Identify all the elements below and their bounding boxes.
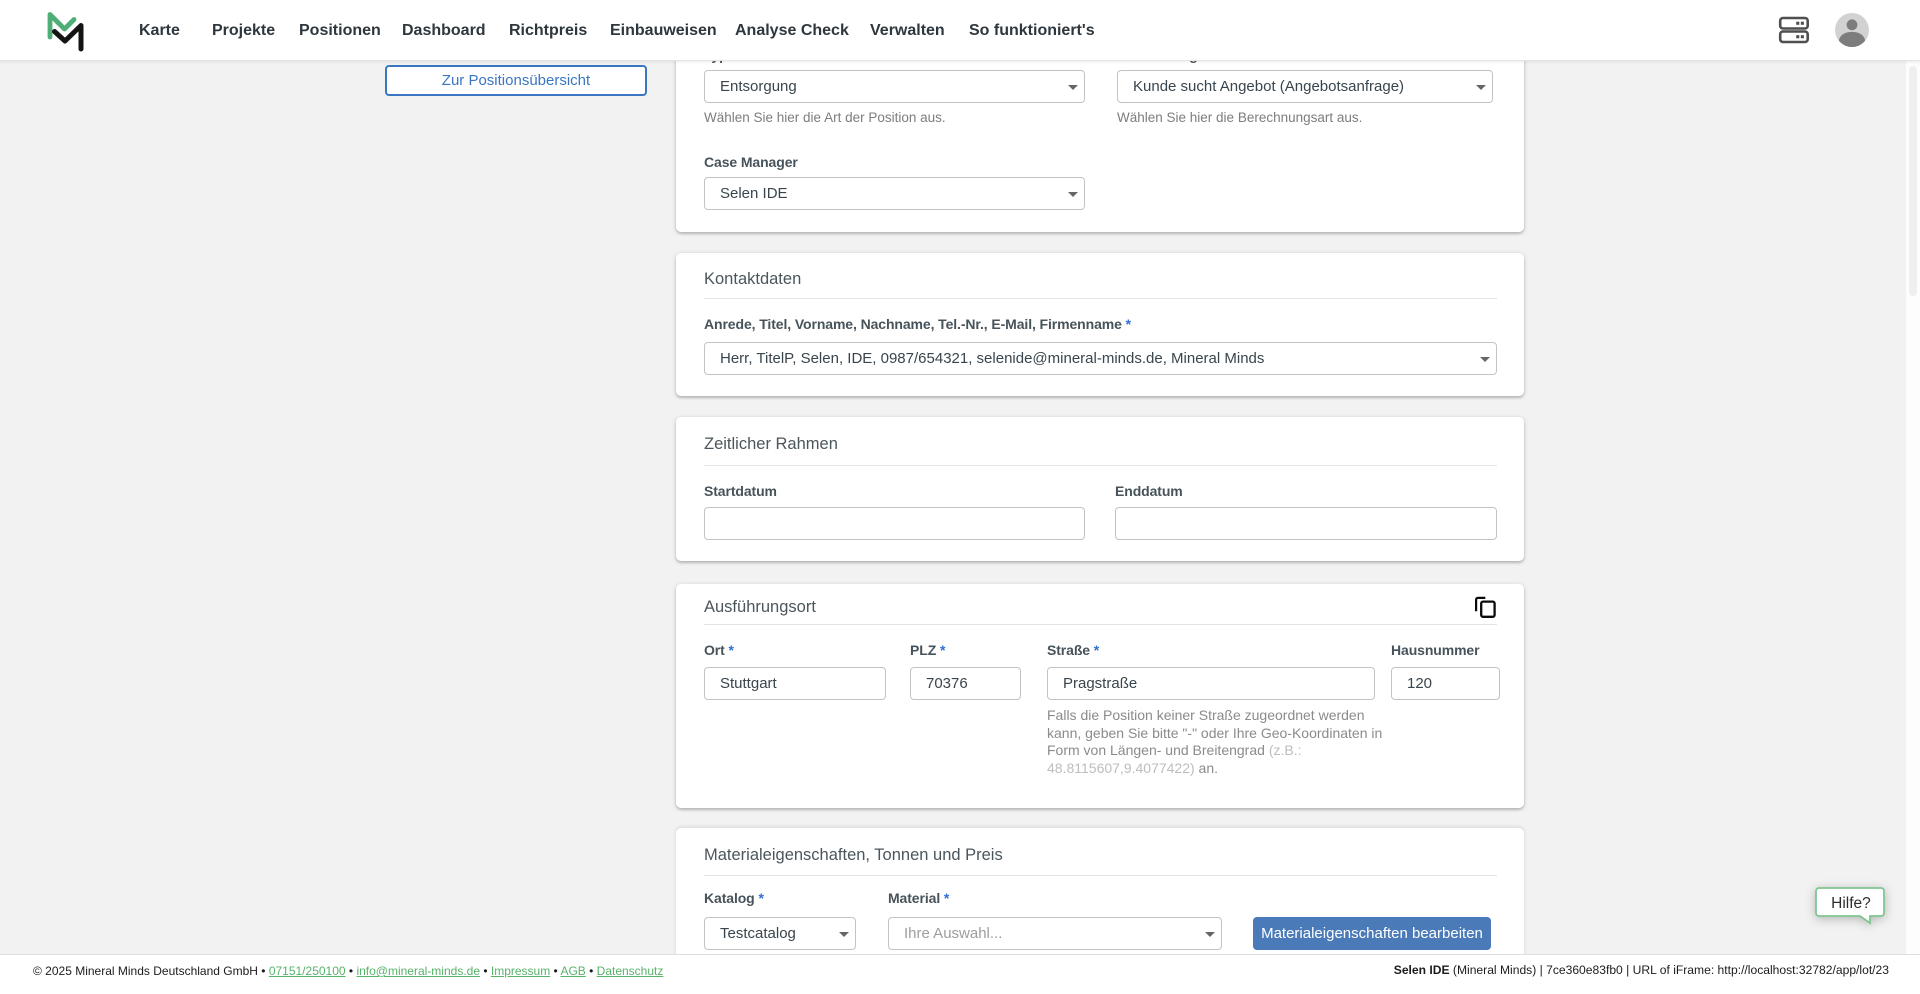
svg-text:Hilfe?: Hilfe? [1831, 895, 1871, 912]
